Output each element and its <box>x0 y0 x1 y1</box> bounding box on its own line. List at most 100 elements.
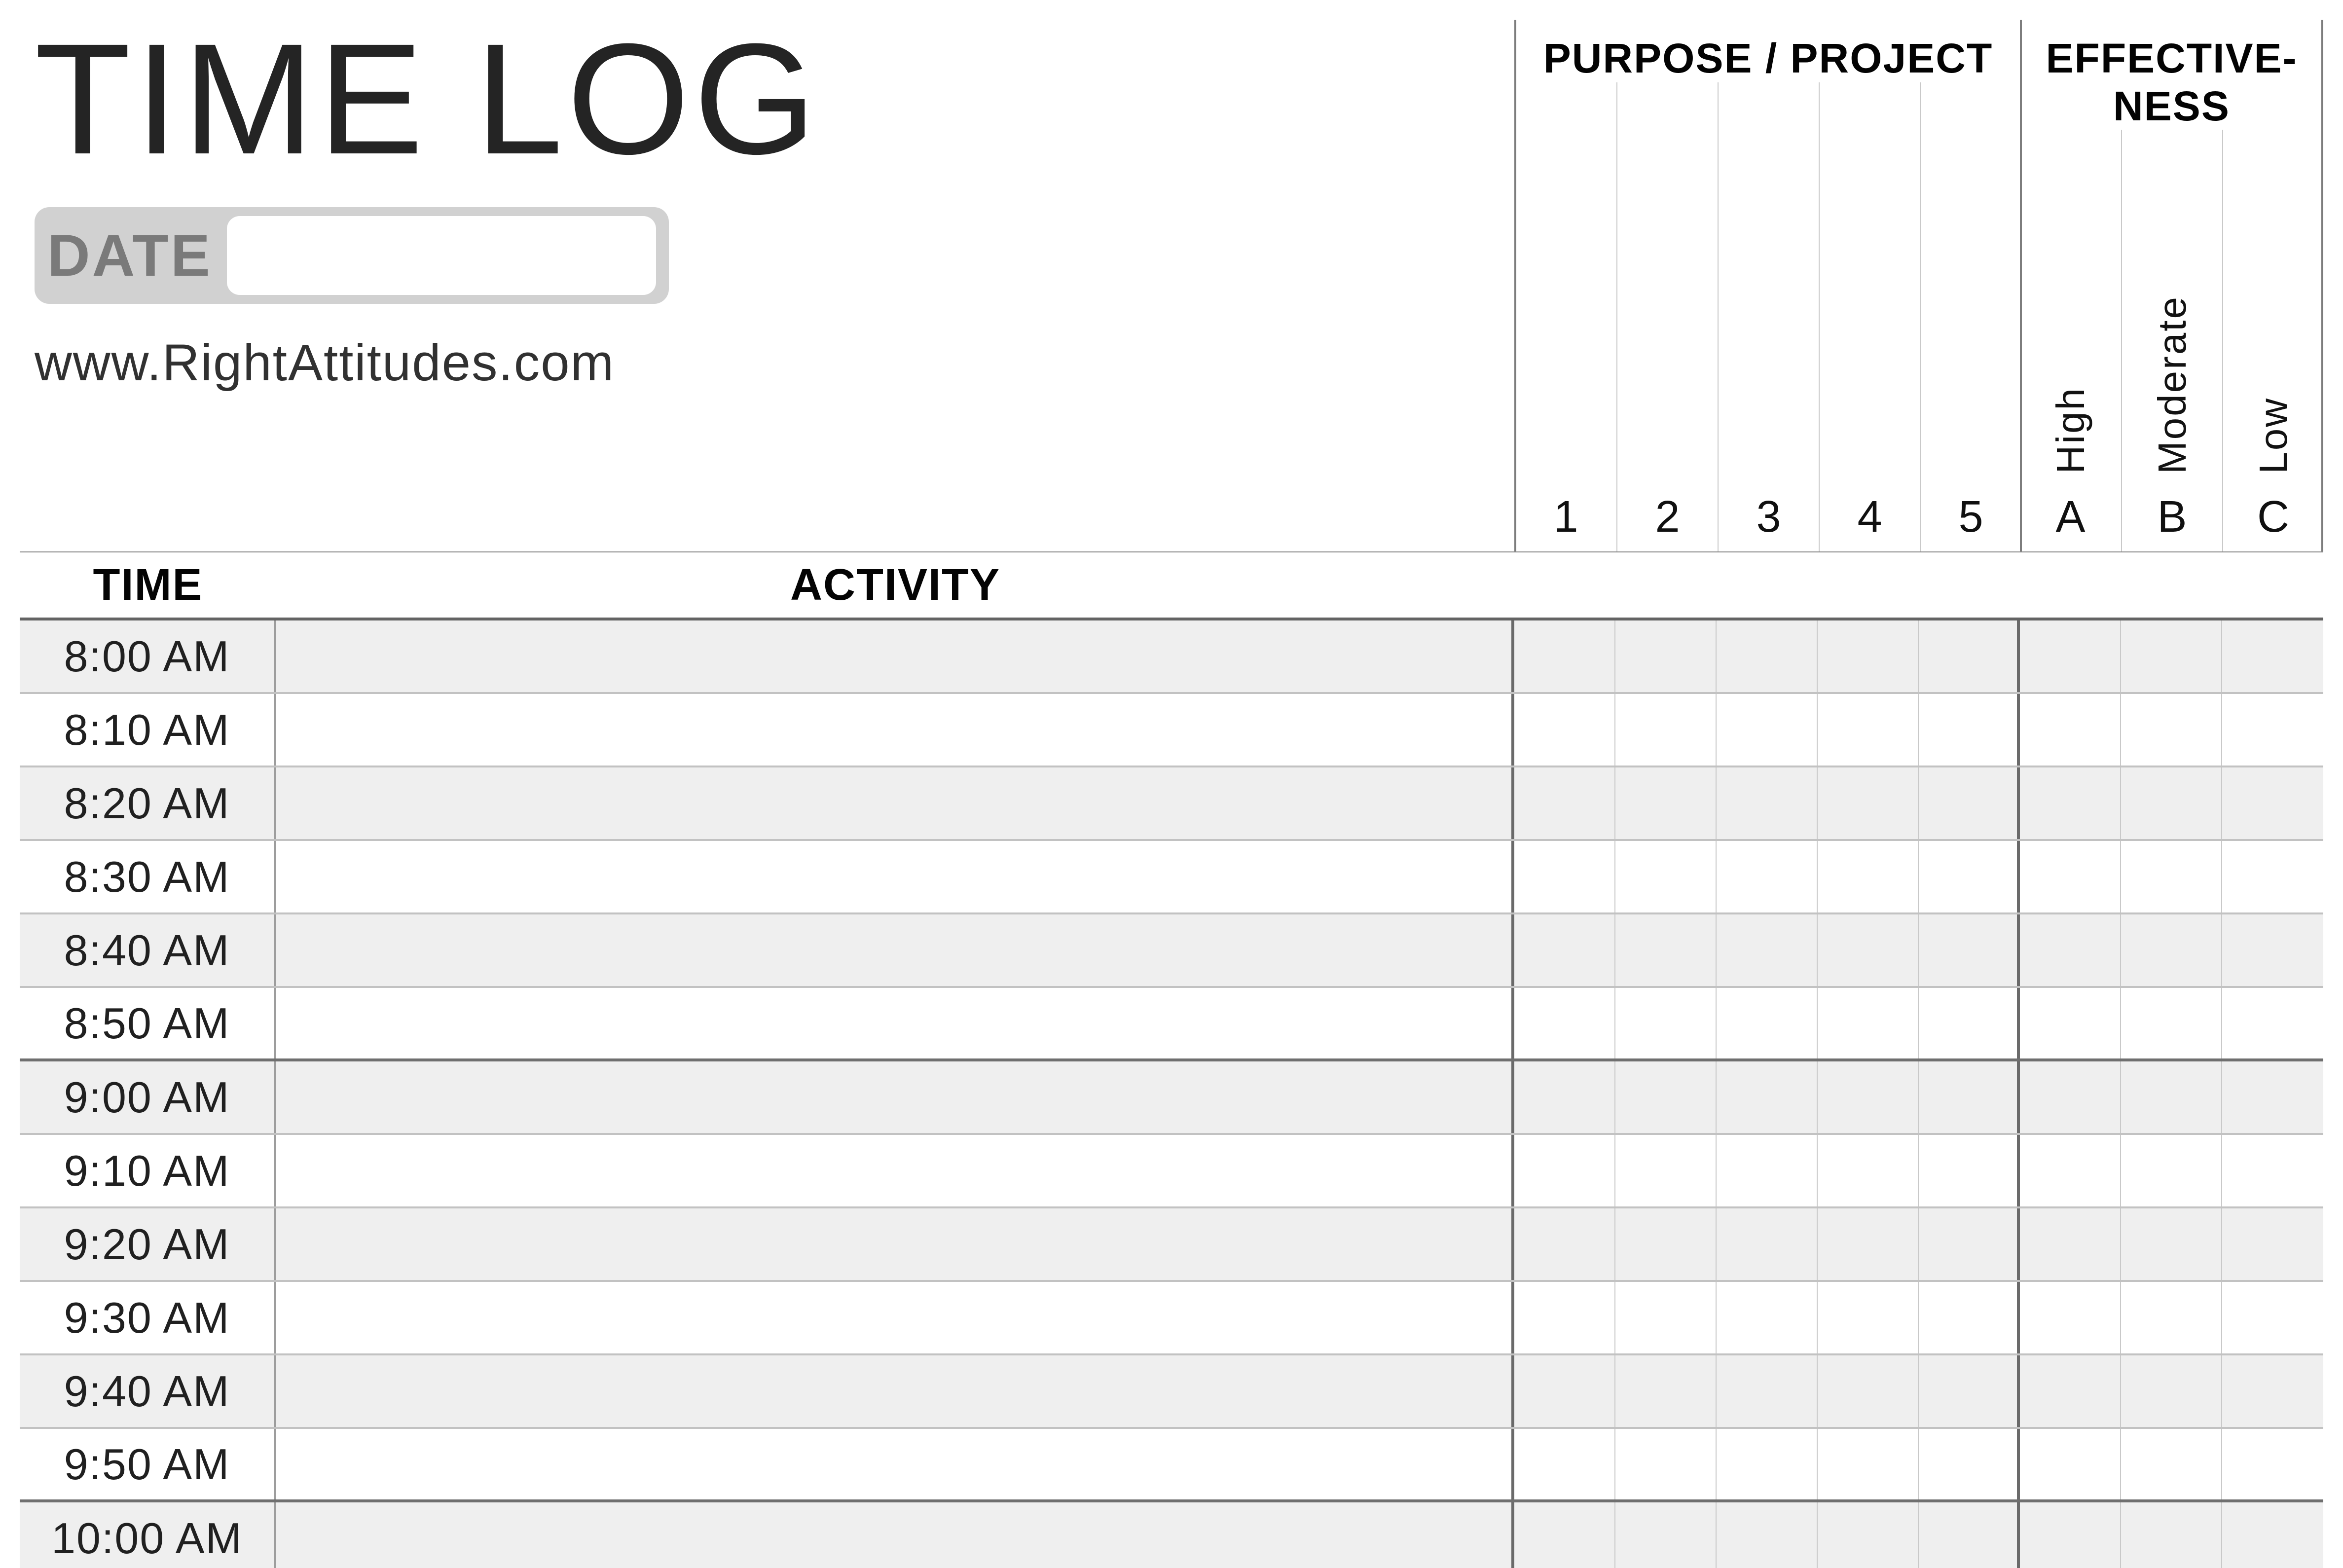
effectiveness-cell[interactable] <box>2222 1208 2323 1280</box>
effectiveness-cell[interactable] <box>2222 841 2323 912</box>
effectiveness-cell[interactable] <box>2222 1502 2323 1568</box>
purpose-cell[interactable] <box>1717 1208 1818 1280</box>
purpose-cell[interactable] <box>1919 914 2020 986</box>
purpose-cell[interactable] <box>1514 1429 1615 1499</box>
purpose-cell[interactable] <box>1818 1502 1919 1568</box>
purpose-cell[interactable] <box>1919 1429 2020 1499</box>
effectiveness-cell[interactable] <box>2222 1429 2323 1499</box>
activity-cell[interactable] <box>276 1429 1514 1499</box>
purpose-cell[interactable] <box>1919 767 2020 839</box>
effectiveness-cell[interactable] <box>2020 767 2121 839</box>
effectiveness-cell[interactable] <box>2121 988 2222 1058</box>
purpose-cell[interactable] <box>1919 1208 2020 1280</box>
purpose-cell[interactable] <box>1717 620 1818 692</box>
purpose-cell[interactable] <box>1818 620 1919 692</box>
effectiveness-cell[interactable] <box>2020 1282 2121 1353</box>
purpose-cell[interactable] <box>1514 1355 1615 1427</box>
purpose-cell[interactable] <box>1818 1282 1919 1353</box>
purpose-cell[interactable] <box>1615 1502 1717 1568</box>
purpose-cell[interactable] <box>1818 1208 1919 1280</box>
purpose-cell[interactable] <box>1514 1502 1615 1568</box>
activity-cell[interactable] <box>276 841 1514 912</box>
purpose-cell[interactable] <box>1717 1429 1818 1499</box>
purpose-cell[interactable] <box>1615 1429 1717 1499</box>
purpose-cell[interactable] <box>1818 1429 1919 1499</box>
purpose-cell[interactable] <box>1615 1061 1717 1133</box>
effectiveness-cell[interactable] <box>2121 1282 2222 1353</box>
effectiveness-cell[interactable] <box>2222 694 2323 766</box>
activity-cell[interactable] <box>276 988 1514 1058</box>
purpose-cell[interactable] <box>1514 1135 1615 1206</box>
effectiveness-cell[interactable] <box>2222 620 2323 692</box>
activity-cell[interactable] <box>276 914 1514 986</box>
effectiveness-cell[interactable] <box>2121 841 2222 912</box>
purpose-cell[interactable] <box>1818 914 1919 986</box>
effectiveness-cell[interactable] <box>2121 1135 2222 1206</box>
purpose-cell[interactable] <box>1514 841 1615 912</box>
purpose-cell[interactable] <box>1818 1355 1919 1427</box>
effectiveness-cell[interactable] <box>2222 1355 2323 1427</box>
purpose-cell[interactable] <box>1615 1355 1717 1427</box>
purpose-cell[interactable] <box>1615 1135 1717 1206</box>
purpose-cell[interactable] <box>1717 1502 1818 1568</box>
effectiveness-cell[interactable] <box>2121 767 2222 839</box>
effectiveness-cell[interactable] <box>2020 1135 2121 1206</box>
purpose-cell[interactable] <box>1514 694 1615 766</box>
purpose-cell[interactable] <box>1615 1208 1717 1280</box>
effectiveness-cell[interactable] <box>2121 1061 2222 1133</box>
purpose-cell[interactable] <box>1818 988 1919 1058</box>
activity-cell[interactable] <box>276 1355 1514 1427</box>
activity-cell[interactable] <box>276 1135 1514 1206</box>
effectiveness-cell[interactable] <box>2020 988 2121 1058</box>
purpose-cell[interactable] <box>1514 1282 1615 1353</box>
purpose-cell[interactable] <box>1919 1135 2020 1206</box>
purpose-cell[interactable] <box>1919 620 2020 692</box>
purpose-cell[interactable] <box>1615 1282 1717 1353</box>
effectiveness-cell[interactable] <box>2020 1429 2121 1499</box>
effectiveness-cell[interactable] <box>2020 1208 2121 1280</box>
purpose-cell[interactable] <box>1514 767 1615 839</box>
effectiveness-cell[interactable] <box>2020 1061 2121 1133</box>
purpose-cell[interactable] <box>1717 1355 1818 1427</box>
purpose-cell[interactable] <box>1818 1135 1919 1206</box>
activity-cell[interactable] <box>276 694 1514 766</box>
effectiveness-cell[interactable] <box>2121 1429 2222 1499</box>
purpose-cell[interactable] <box>1514 620 1615 692</box>
purpose-cell[interactable] <box>1919 1282 2020 1353</box>
effectiveness-cell[interactable] <box>2121 1355 2222 1427</box>
purpose-cell[interactable] <box>1818 841 1919 912</box>
effectiveness-cell[interactable] <box>2222 1135 2323 1206</box>
purpose-cell[interactable] <box>1919 1502 2020 1568</box>
purpose-cell[interactable] <box>1818 767 1919 839</box>
purpose-cell[interactable] <box>1717 1061 1818 1133</box>
purpose-cell[interactable] <box>1717 841 1818 912</box>
purpose-cell[interactable] <box>1514 1061 1615 1133</box>
purpose-cell[interactable] <box>1514 914 1615 986</box>
purpose-cell[interactable] <box>1717 988 1818 1058</box>
effectiveness-cell[interactable] <box>2020 1502 2121 1568</box>
purpose-cell[interactable] <box>1717 767 1818 839</box>
effectiveness-cell[interactable] <box>2020 694 2121 766</box>
activity-cell[interactable] <box>276 767 1514 839</box>
purpose-cell[interactable] <box>1615 988 1717 1058</box>
purpose-cell[interactable] <box>1818 1061 1919 1133</box>
effectiveness-cell[interactable] <box>2121 1502 2222 1568</box>
purpose-cell[interactable] <box>1919 841 2020 912</box>
effectiveness-cell[interactable] <box>2222 767 2323 839</box>
purpose-cell[interactable] <box>1615 767 1717 839</box>
purpose-cell[interactable] <box>1717 1135 1818 1206</box>
effectiveness-cell[interactable] <box>2020 620 2121 692</box>
effectiveness-cell[interactable] <box>2222 1061 2323 1133</box>
activity-cell[interactable] <box>276 1208 1514 1280</box>
purpose-cell[interactable] <box>1717 914 1818 986</box>
activity-cell[interactable] <box>276 1502 1514 1568</box>
activity-cell[interactable] <box>276 1282 1514 1353</box>
effectiveness-cell[interactable] <box>2121 1208 2222 1280</box>
effectiveness-cell[interactable] <box>2222 1282 2323 1353</box>
purpose-cell[interactable] <box>1514 988 1615 1058</box>
purpose-cell[interactable] <box>1818 694 1919 766</box>
date-input[interactable] <box>227 216 656 295</box>
purpose-cell[interactable] <box>1717 1282 1818 1353</box>
effectiveness-cell[interactable] <box>2020 914 2121 986</box>
effectiveness-cell[interactable] <box>2020 841 2121 912</box>
